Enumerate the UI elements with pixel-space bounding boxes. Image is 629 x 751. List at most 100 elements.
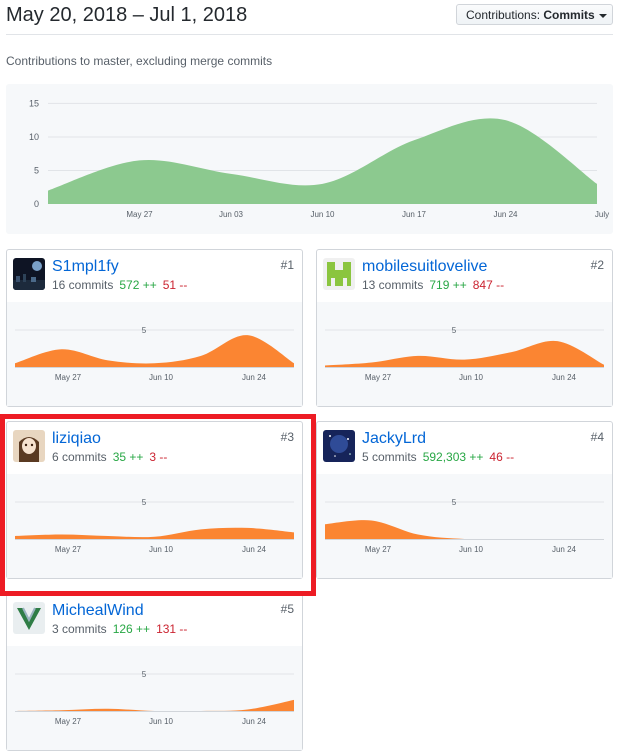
contributor-sparkline: 5 May 27 Jun 10 Jun 24 — [317, 302, 612, 406]
green-identicon-avatar-icon — [323, 258, 355, 290]
contributor-username-link[interactable]: liziqiao — [52, 430, 101, 448]
commit-count[interactable]: 16 commits — [52, 278, 113, 292]
contributor-sparkline: 5 May 27 Jun 10 Jun 24 — [7, 302, 302, 406]
x-tick-label: Jun 03 — [219, 210, 244, 219]
contributions-area — [48, 118, 597, 204]
avatar[interactable] — [323, 258, 355, 290]
additions-count: 126 ++ — [112, 622, 151, 636]
page-header: May 20, 2018 – Jul 1, 2018 Contributions… — [0, 0, 629, 36]
commit-count[interactable]: 13 commits — [362, 278, 423, 292]
commit-activity-area — [15, 527, 294, 539]
deletions-count: 51 -- — [162, 278, 188, 292]
contributor-stats: 5 commits 592,303 ++ 46 -- — [362, 450, 514, 464]
contributor-username-link[interactable]: JackyLrd — [362, 430, 426, 448]
contributor-sparkline: 5 May 27 Jun 10 Jun 24 — [7, 646, 302, 750]
dropdown-value: Commits — [543, 8, 595, 22]
x-tick-label: May 27 — [365, 545, 392, 554]
header-divider — [6, 34, 613, 35]
x-tick-label: Jun 10 — [459, 373, 484, 382]
contributor-rank: #2 — [590, 258, 604, 272]
contributor-header: S1mpl1fy #1 16 commits 572 ++ 51 -- — [7, 250, 302, 302]
contributor-header: JackyLrd #4 5 commits 592,303 ++ 46 -- — [317, 422, 612, 474]
chevron-down-icon — [598, 13, 607, 18]
additions-count: 592,303 ++ — [422, 450, 484, 464]
deletions-count: 46 -- — [489, 450, 515, 464]
contributions-chart: 0 5 10 15 May 27 Jun 03 Jun 10 Jun 17 Jun 24 July — [6, 84, 613, 234]
deletions-count: 847 -- — [472, 278, 505, 292]
additions-count: 35 ++ — [112, 450, 144, 464]
y-tick-label: 0 — [34, 199, 39, 209]
commit-count[interactable]: 3 commits — [52, 622, 107, 636]
deletions-count: 131 -- — [156, 622, 188, 636]
contributor-stats: 13 commits 719 ++ 847 -- — [362, 278, 504, 292]
contributor-stats: 16 commits 572 ++ 51 -- — [52, 278, 187, 292]
avatar[interactable] — [13, 602, 45, 634]
sparkline-svg: 5 May 27 Jun 10 Jun 24 — [325, 498, 604, 554]
avatar[interactable] — [13, 258, 45, 290]
avatar[interactable] — [323, 430, 355, 462]
commit-activity-area — [15, 699, 294, 712]
additions-count: 719 ++ — [429, 278, 467, 292]
y-tick-label: 5 — [452, 498, 457, 507]
contributor-stats: 3 commits 126 ++ 131 -- — [52, 622, 187, 636]
contributions-type-dropdown[interactable]: Contributions: Commits — [456, 4, 613, 25]
x-tick-label: Jun 24 — [552, 545, 577, 554]
contributor-sparkline: 5 May 27 Jun 10 Jun 24 — [317, 474, 612, 578]
x-tick-label: Jun 24 — [493, 210, 518, 219]
x-tick-label: Jun 10 — [149, 717, 174, 726]
y-tick-label: 5 — [452, 326, 457, 335]
contributor-username-link[interactable]: MichealWind — [52, 602, 144, 620]
sparkline-svg: 5 May 27 Jun 10 Jun 24 — [15, 498, 294, 554]
x-tick-label: Jun 24 — [242, 373, 267, 382]
date-range-title: May 20, 2018 – Jul 1, 2018 — [6, 4, 248, 26]
y-tick-label: 5 — [142, 498, 147, 507]
contributor-card: S1mpl1fy #1 16 commits 572 ++ 51 -- 5 May 2… — [6, 249, 303, 407]
contributor-rank: #1 — [280, 258, 294, 272]
contributor-header: MichealWind #5 3 commits 126 ++ 131 -- — [7, 594, 302, 646]
commit-count[interactable]: 6 commits — [52, 450, 107, 464]
starry-sky-avatar-icon — [323, 430, 355, 462]
contributor-card: liziqiao #3 6 commits 35 ++ 3 -- 5 May 27 Ju… — [6, 421, 303, 579]
contributor-header: mobilesuitlovelive #2 13 commits 719 ++ 84… — [317, 250, 612, 302]
x-tick-label: May 27 — [126, 210, 153, 219]
contributor-rank: #4 — [590, 430, 604, 444]
contributor-sparkline: 5 May 27 Jun 10 Jun 24 — [7, 474, 302, 578]
x-tick-label: Jun 10 — [149, 545, 174, 554]
y-tick-label: 15 — [29, 98, 39, 108]
commit-activity-area — [325, 340, 604, 367]
sparkline-svg: 5 May 27 Jun 10 Jun 24 — [15, 326, 294, 382]
dropdown-prefix: Contributions: — [466, 8, 541, 22]
x-tick-label: July — [595, 210, 609, 219]
sparkline-svg: 5 May 27 Jun 10 Jun 24 — [15, 670, 294, 726]
contributor-stats: 6 commits 35 ++ 3 -- — [52, 450, 167, 464]
x-tick-label: Jun 10 — [459, 545, 484, 554]
x-tick-label: Jun 10 — [310, 210, 335, 219]
y-tick-label: 5 — [142, 670, 147, 679]
x-tick-label: Jun 24 — [552, 373, 577, 382]
y-tick-label: 5 — [142, 326, 147, 335]
deletions-count: 3 -- — [149, 450, 168, 464]
commit-activity-area — [325, 520, 604, 540]
contributor-rank: #5 — [280, 602, 294, 616]
y-tick-label: 5 — [34, 165, 39, 175]
x-tick-label: May 27 — [55, 373, 82, 382]
anime-girl-avatar-icon — [13, 430, 45, 462]
avatar[interactable] — [13, 430, 45, 462]
v-logo-avatar-icon — [13, 602, 45, 634]
x-tick-label: Jun 10 — [149, 373, 174, 382]
x-tick-label: May 27 — [55, 717, 82, 726]
commit-count[interactable]: 5 commits — [362, 450, 417, 464]
contributions-chart-svg: 0 5 10 15 May 27 Jun 03 Jun 10 Jun 17 Jun 24 July — [29, 98, 609, 219]
contributor-card: JackyLrd #4 5 commits 592,303 ++ 46 -- 5 Ma… — [316, 421, 613, 579]
x-tick-label: Jun 24 — [242, 545, 267, 554]
x-tick-label: Jun 17 — [402, 210, 427, 219]
sparkline-svg: 5 May 27 Jun 10 Jun 24 — [325, 326, 604, 382]
contributor-username-link[interactable]: mobilesuitlovelive — [362, 258, 487, 276]
chart-subtitle: Contributions to master, excluding merge… — [6, 54, 273, 68]
contributor-header: liziqiao #3 6 commits 35 ++ 3 -- — [7, 422, 302, 474]
contributor-username-link[interactable]: S1mpl1fy — [52, 258, 119, 276]
x-tick-label: Jun 24 — [242, 717, 267, 726]
x-tick-label: May 27 — [55, 545, 82, 554]
additions-count: 572 ++ — [119, 278, 157, 292]
contributor-rank: #3 — [280, 430, 294, 444]
